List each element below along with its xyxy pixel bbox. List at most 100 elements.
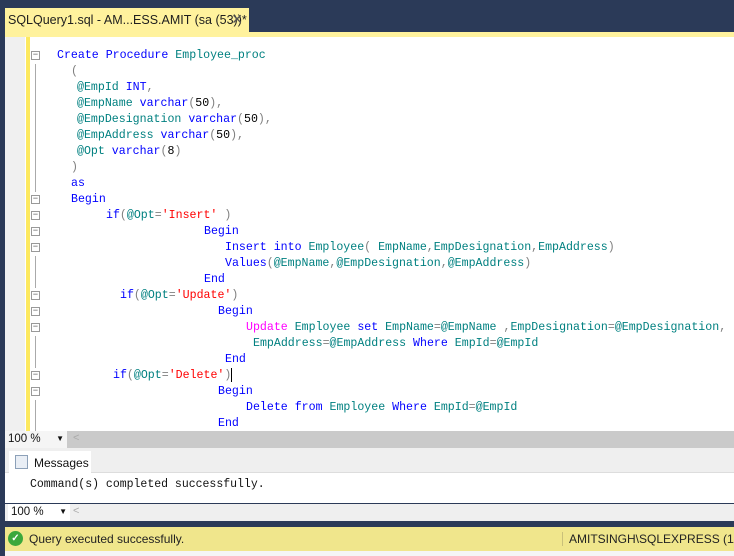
- editor-horizontal-scrollbar[interactable]: 100 % ▼ <: [5, 431, 734, 448]
- fold-guide: [35, 272, 36, 288]
- code-token: ): [71, 161, 78, 174]
- status-text: Query executed successfully.: [29, 532, 185, 546]
- tab-messages-label: Messages: [34, 456, 89, 470]
- code-line[interactable]: − Update Employee set EmpName=@EmpName ,E…: [5, 320, 734, 336]
- tab-messages[interactable]: Messages: [9, 451, 91, 473]
- results-tabs: Messages: [5, 448, 734, 473]
- fold-guide: [35, 160, 36, 176]
- code-line[interactable]: @EmpDesignation varchar(50),: [5, 112, 734, 128]
- code-token: @EmpDesignation: [77, 113, 189, 126]
- collapse-icon[interactable]: −: [31, 291, 40, 300]
- code-token: Employee: [308, 241, 365, 254]
- code-line[interactable]: Values(@EmpName,@EmpDesignation,@EmpAddr…: [5, 256, 734, 272]
- collapse-icon[interactable]: −: [31, 195, 40, 204]
- code-area[interactable]: − Create Procedure Employee_proc(@EmpId I…: [5, 48, 734, 431]
- code-token: ): [217, 209, 232, 222]
- code-token: Update: [246, 321, 295, 334]
- code-token: (: [266, 257, 274, 270]
- fold-guide: [35, 352, 36, 368]
- code-line[interactable]: − Begin: [5, 192, 734, 208]
- collapse-icon[interactable]: −: [31, 243, 40, 252]
- collapse-icon[interactable]: −: [31, 371, 40, 380]
- document-tab-title: SQLQuery1.sql - AM...ESS.AMIT (sa (53))*: [8, 13, 247, 27]
- result-message: Command(s) completed successfully.: [30, 478, 265, 491]
- code-text: if(@Opt='Update'): [120, 288, 238, 304]
- code-token: @EmpName: [273, 257, 330, 270]
- document-tab[interactable]: SQLQuery1.sql - AM...ESS.AMIT (sa (53))*…: [5, 8, 249, 32]
- code-token: (: [364, 241, 379, 254]
- collapse-icon[interactable]: −: [31, 51, 40, 60]
- code-token: (: [71, 65, 78, 78]
- code-token: EmpName: [385, 321, 434, 334]
- code-token: (: [133, 289, 141, 302]
- code-line[interactable]: − Insert into Employee( EmpName,EmpDesign…: [5, 240, 734, 256]
- code-line[interactable]: @Opt varchar(8): [5, 144, 734, 160]
- server-name: AMITSINGH\SQLEXPRESS (11.0 ...: [562, 532, 734, 546]
- code-line[interactable]: − if(@Opt='Insert' ): [5, 208, 734, 224]
- code-token: ,: [719, 321, 727, 334]
- fold-guide: [35, 112, 36, 128]
- code-line[interactable]: ): [5, 160, 734, 176]
- results-zoom-select[interactable]: 100 % ▼: [8, 504, 70, 521]
- code-token: =: [607, 321, 615, 334]
- close-icon[interactable]: ✕: [231, 11, 243, 28]
- collapse-icon[interactable]: −: [31, 211, 40, 220]
- code-token: @EmpDesignation: [614, 321, 720, 334]
- code-token: if: [120, 289, 134, 302]
- code-line[interactable]: − Begin: [5, 304, 734, 320]
- code-text: Begin: [218, 304, 253, 320]
- code-line[interactable]: Delete from Employee Where EmpId=@EmpId: [5, 400, 734, 416]
- code-text: if(@Opt='Insert' ): [106, 208, 231, 224]
- collapse-icon[interactable]: −: [31, 227, 40, 236]
- code-token: Create: [57, 49, 106, 62]
- code-token: Procedure: [105, 49, 176, 62]
- code-line[interactable]: End: [5, 352, 734, 368]
- code-line[interactable]: − Create Procedure Employee_proc: [5, 48, 734, 64]
- code-line[interactable]: as: [5, 176, 734, 192]
- code-token: ): [231, 289, 239, 302]
- code-token: =: [489, 337, 497, 350]
- code-token: End: [225, 353, 246, 366]
- code-token: =: [433, 321, 441, 334]
- code-token: @EmpId: [496, 337, 539, 350]
- code-text: Begin: [218, 384, 253, 400]
- code-line[interactable]: @EmpName varchar(50),: [5, 96, 734, 112]
- chevron-down-icon: ▼: [56, 434, 64, 443]
- code-token: =: [468, 401, 476, 414]
- code-text: (: [71, 64, 78, 80]
- scroll-left-icon[interactable]: <: [73, 505, 79, 517]
- code-token: (: [237, 113, 244, 126]
- fold-guide: [35, 336, 36, 352]
- code-text: @EmpName varchar(50),: [77, 96, 223, 112]
- code-token: EmpDesignation: [433, 241, 532, 254]
- code-token: @EmpName: [77, 97, 140, 110]
- code-line[interactable]: − if(@Opt='Update'): [5, 288, 734, 304]
- code-line[interactable]: EmpAddress=@EmpAddress Where EmpId=@EmpI…: [5, 336, 734, 352]
- code-line[interactable]: (: [5, 64, 734, 80]
- collapse-icon[interactable]: −: [31, 323, 40, 332]
- collapse-icon[interactable]: −: [31, 387, 40, 396]
- results-horizontal-scrollbar[interactable]: 100 % ▼ <: [5, 504, 734, 521]
- code-token: varchar: [111, 145, 161, 158]
- scroll-left-icon[interactable]: <: [73, 432, 79, 444]
- code-token: INT: [125, 81, 147, 94]
- code-line[interactable]: @EmpId INT,: [5, 80, 734, 96]
- code-token: EmpId: [454, 337, 490, 350]
- collapse-icon[interactable]: −: [31, 307, 40, 316]
- query-editor[interactable]: − Create Procedure Employee_proc(@EmpId I…: [5, 37, 734, 431]
- code-text: EmpAddress=@EmpAddress Where EmpId=@EmpI…: [253, 336, 538, 352]
- code-line[interactable]: @EmpAddress varchar(50),: [5, 128, 734, 144]
- fold-guide: [35, 64, 36, 80]
- code-line[interactable]: End: [5, 272, 734, 288]
- code-token: if: [113, 369, 127, 383]
- code-line[interactable]: − if(@Opt='Delete'): [5, 368, 734, 384]
- editor-zoom-select[interactable]: 100 % ▼: [5, 431, 67, 448]
- code-token: (: [119, 209, 127, 222]
- code-line[interactable]: − Begin: [5, 384, 734, 400]
- code-line[interactable]: − Begin: [5, 224, 734, 240]
- chevron-down-icon: ▼: [59, 507, 67, 516]
- code-line[interactable]: End: [5, 416, 734, 431]
- code-token: Insert: [225, 241, 274, 254]
- code-token: Delete: [246, 401, 295, 414]
- code-text: Begin: [204, 224, 239, 240]
